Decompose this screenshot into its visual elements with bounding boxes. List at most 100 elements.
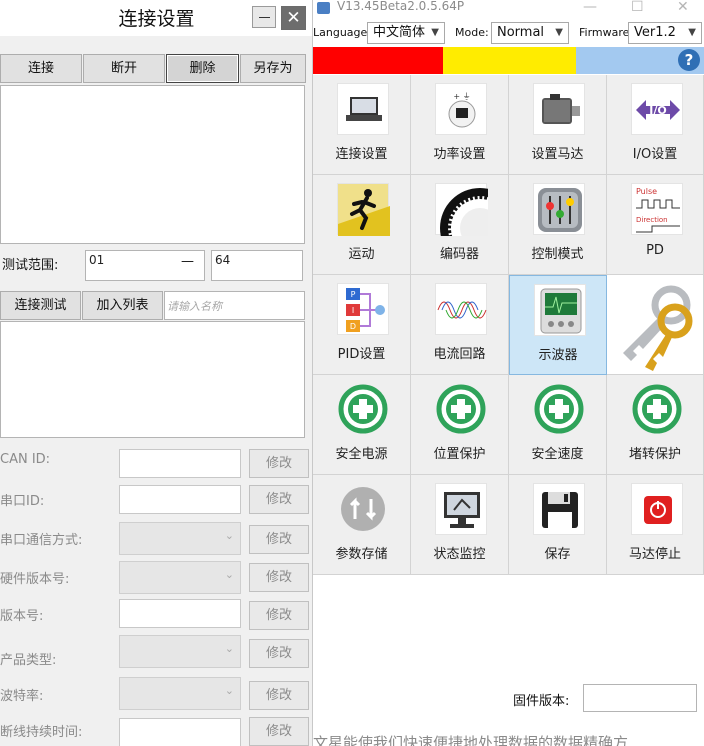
mixer-icon [533,183,585,235]
power-supply-icon: + ⏚ [435,83,487,135]
tile-control-mode[interactable]: 控制模式 [509,175,607,275]
firmware-select[interactable]: Ver1.2 ▼ [628,22,702,44]
tile-safe-speed[interactable]: 安全速度 [509,375,607,475]
tile-save[interactable]: 保存 [509,475,607,575]
minimize-button[interactable] [252,6,276,28]
disconnect-duration-label: 断线持续时间: [0,725,83,740]
baud-rate-label: 波特率: [0,689,44,704]
modify-product-type-button[interactable]: 修改 [249,639,309,668]
tile-power-settings[interactable]: + ⏚ 功率设置 [411,75,509,175]
tile-label: 安全电源 [335,447,388,462]
serial-id-label: 串口ID: [0,494,45,509]
svg-text:Pulse: Pulse [636,187,657,196]
modify-can-id-button[interactable]: 修改 [249,449,309,478]
mode-label: Mode: [455,26,489,39]
tile-encoder[interactable]: 编码器 [411,175,520,275]
tile-label: PID设置 [337,347,386,362]
language-label: Language: [313,26,371,39]
hardware-version-label: 硬件版本号: [0,572,70,587]
pid-icon: PID [337,283,389,335]
status-strip-yellow [443,47,576,74]
modify-serial-mode-button[interactable]: 修改 [249,525,309,554]
tile-position-protection[interactable]: 位置保护 [411,375,509,475]
add-to-list-button[interactable]: 加入列表 [82,291,163,320]
chevron-down-icon: ▼ [688,27,696,38]
modify-hardware-version-button[interactable]: 修改 [249,563,309,592]
name-input[interactable]: 请输入名称 [164,291,305,320]
modify-baud-rate-button[interactable]: 修改 [249,681,309,710]
function-grid: 连接设置 + ⏚ 功率设置 设置马达 I/O I/O设置 运动 编码器 控制模式… [313,75,704,575]
product-type-select[interactable] [119,635,241,668]
disconnect-button[interactable]: 断开 [83,54,165,83]
tile-stall-protection[interactable]: 堵转保护 [607,375,704,475]
modify-disconnect-duration-button[interactable]: 修改 [249,717,309,746]
tile-pid-settings[interactable]: PID PID设置 [313,275,411,375]
tile-motion[interactable]: 运动 [313,175,411,275]
tile-parameter-storage[interactable]: 参数存储 [313,475,411,575]
background-text: 文星能使我们快速便捷地处理数据的数据精确方 [313,734,629,746]
firmware-value: Ver1.2 [634,25,676,40]
runner-icon [337,183,390,236]
save-as-button[interactable]: 另存为 [240,54,306,83]
connect-button[interactable]: 连接 [0,54,82,83]
modify-serial-id-button[interactable]: 修改 [249,485,309,514]
tile-safe-power[interactable]: 安全电源 [313,375,411,475]
tile-label: 保存 [544,547,571,562]
tile-pd[interactable]: Pulse Direction PD [607,175,704,275]
store-arrows-icon [337,483,389,535]
range-dash: — [181,254,194,269]
laptop-icon [337,83,389,135]
mode-select[interactable]: Normal ▼ [491,22,569,44]
range-to-value: 64 [215,253,231,267]
window-title: V13.45Beta2.0.5.64P [337,0,465,13]
tile-status-monitor[interactable]: 状态监控 [411,475,509,575]
disconnect-duration-input[interactable] [119,718,241,746]
green-cross-icon [435,383,487,435]
modify-version-button[interactable]: 修改 [249,601,309,630]
test-result-list[interactable] [0,321,305,438]
tile-label: 位置保护 [433,447,486,462]
connection-list[interactable] [0,85,305,244]
tile-motor-stop[interactable]: 马达停止 [607,475,704,575]
window-minimize-button[interactable]: — [583,0,597,15]
tile-label: 电流回路 [433,347,486,362]
svg-text:Direction: Direction [636,216,668,224]
can-id-input[interactable] [119,449,241,478]
serial-id-input[interactable] [119,485,241,514]
green-cross-icon [533,383,585,435]
svg-text:+ ⏚: + ⏚ [453,92,470,101]
firmware-version-label: 固件版本: [513,694,570,709]
help-button[interactable]: ? [678,49,700,71]
svg-text:I/O: I/O [649,104,666,117]
status-strip-red [313,47,443,74]
language-select[interactable]: 中文简体 ▼ [367,22,445,44]
tile-connection-settings[interactable]: 连接设置 [313,75,411,175]
tile-io-settings[interactable]: I/O I/O设置 [607,75,704,175]
delete-button[interactable]: 删除 [166,54,239,83]
baud-rate-select[interactable] [119,677,241,710]
tile-motor-settings[interactable]: 设置马达 [509,75,607,175]
firmware-label: Firmware: [579,26,634,39]
language-value: 中文简体 [373,25,426,40]
tile-keys[interactable] [607,275,704,375]
tile-label: 连接设置 [335,147,388,162]
hardware-version-select[interactable] [119,561,241,594]
pulse-direction-icon: Pulse Direction [631,183,683,235]
tile-label: 安全速度 [531,447,584,462]
tile-oscilloscope[interactable]: 示波器 [509,275,607,375]
version-input[interactable] [119,599,241,628]
chevron-down-icon: ▼ [555,27,563,38]
close-button[interactable]: ✕ [281,6,306,30]
dialog-titlebar: 连接设置 ✕ [0,0,312,36]
connect-test-button[interactable]: 连接测试 [0,291,81,320]
tile-current-loop[interactable]: 电流回路 [411,275,509,375]
window-close-button[interactable]: ✕ [677,0,689,15]
window-maximize-button[interactable]: ☐ [631,0,644,15]
key-icon [609,277,703,371]
range-to-input[interactable]: 64 [211,250,303,281]
main-window: V13.45Beta2.0.5.64P — ☐ ✕ Language: 中文简体… [313,0,704,746]
serial-mode-select[interactable] [119,522,241,555]
tile-label: 示波器 [538,348,578,363]
can-id-label: CAN ID: [0,452,51,467]
tile-label: 编码器 [439,247,479,262]
